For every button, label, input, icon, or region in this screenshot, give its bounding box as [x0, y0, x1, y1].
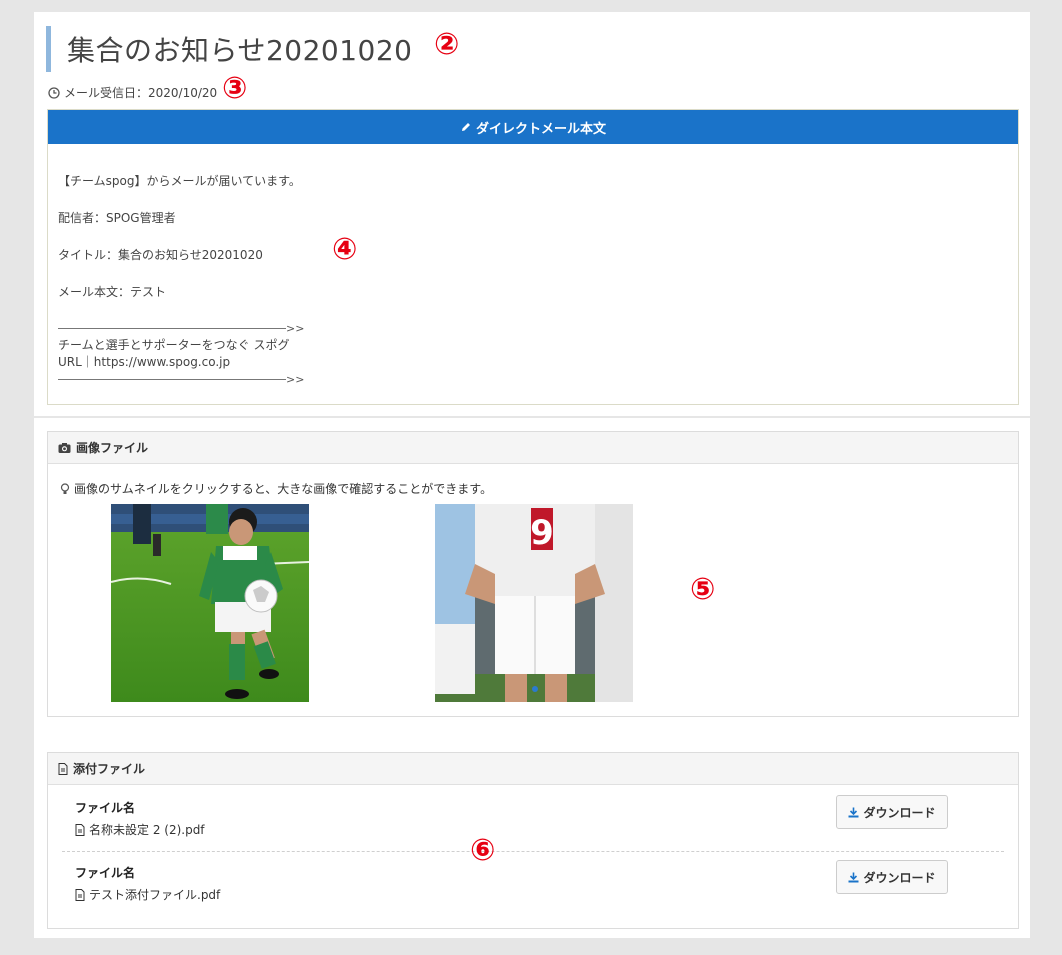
dm-url: URL｜https://www.spog.co.jp: [58, 355, 231, 369]
file-icon: [58, 762, 68, 775]
dm-header-text: ダイレクトメール本文: [475, 121, 606, 137]
pencil-icon: [461, 123, 470, 131]
download-button-2[interactable]: ダウンロード: [836, 860, 948, 894]
image-thumbnail-1[interactable]: [111, 504, 309, 702]
attachment-name-2: テスト添付ファイル.pdf: [75, 886, 220, 903]
image-hint-text: 画像のサムネイルをクリックすると、大きな画像で確認することができます。: [74, 482, 493, 496]
attachment-divider: [62, 851, 1004, 852]
dm-intro: 【チームspog】からメールが届いています。: [58, 174, 301, 188]
annotation-4: ④: [332, 232, 358, 267]
annotation-5: ⑤: [690, 572, 716, 607]
dm-body: 【チームspog】からメールが届いています。 配信者：SPOG管理者 タイトル：…: [48, 144, 1018, 388]
annotation-2: ②: [434, 27, 460, 62]
dm-separator: >>: [58, 371, 1008, 388]
attachments-panel: 添付ファイル ファイル名 名称未設定 2 (2).pdf ダウンロード ファイル…: [47, 752, 1019, 929]
image-files-title: 画像ファイル: [76, 441, 149, 455]
attachment-filename: 名称未設定 2 (2).pdf: [89, 823, 205, 837]
svg-text:9: 9: [530, 513, 554, 553]
dm-tagline: チームと選手とサポーターをつなぐ スポグ: [58, 338, 290, 352]
attachment-filename: テスト添付ファイル.pdf: [89, 888, 221, 902]
files-card: 画像ファイル 画像のサムネイルをクリックすると、大きな画像で確認することができま…: [34, 418, 1030, 938]
attachments-header: 添付ファイル: [48, 753, 1018, 785]
camera-icon: [58, 442, 71, 453]
dm-panel: ダイレクトメール本文 【チームspog】からメールが届いています。 配信者：SP…: [47, 109, 1019, 405]
image-files-panel: 画像ファイル 画像のサムネイルをクリックすると、大きな画像で確認することができま…: [47, 431, 1019, 717]
dm-separator: >>: [58, 320, 1008, 337]
download-button-label: ダウンロード: [863, 805, 936, 820]
image-files-header: 画像ファイル: [48, 432, 1018, 464]
dm-subject: タイトル：集合のお知らせ20201020: [58, 248, 263, 262]
attachments-title: 添付ファイル: [73, 762, 146, 776]
pdf-file-icon: [75, 823, 85, 836]
image-thumbnail-2[interactable]: 9: [435, 504, 633, 702]
dm-sender: 配信者：SPOG管理者: [58, 211, 176, 225]
attachment-label: ファイル名: [75, 866, 136, 880]
pdf-file-icon: [75, 888, 85, 901]
dm-separator-arrow: >>: [286, 322, 305, 335]
page-title: 集合のお知らせ20201020: [67, 34, 413, 67]
lightbulb-icon: [60, 482, 70, 494]
received-date-text: メール受信日：2020/10/20: [64, 86, 218, 100]
attachment-name-1: 名称未設定 2 (2).pdf: [75, 821, 205, 838]
annotation-6: ⑥: [470, 833, 496, 868]
received-date: メール受信日：2020/10/20: [48, 84, 217, 101]
soccer-kid-photo: [111, 504, 309, 702]
dm-separator-arrow: >>: [286, 373, 305, 386]
dm-header: ダイレクトメール本文: [48, 110, 1018, 144]
soccer-team-photo: 9: [435, 504, 633, 702]
dm-body-text: メール本文：テスト: [58, 285, 167, 299]
image-hint: 画像のサムネイルをクリックすると、大きな画像で確認することができます。: [60, 480, 492, 497]
clock-icon: [48, 86, 60, 99]
mail-detail-card: 集合のお知らせ20201020 ② メール受信日：2020/10/20 ③ ダイ…: [34, 12, 1030, 416]
download-icon: [848, 807, 859, 817]
attachment-label: ファイル名: [75, 801, 136, 815]
download-button-1[interactable]: ダウンロード: [836, 795, 948, 829]
download-icon: [848, 872, 859, 882]
download-button-label: ダウンロード: [863, 870, 936, 885]
page-title-wrap: 集合のお知らせ20201020: [46, 26, 412, 72]
annotation-3: ③: [222, 71, 248, 106]
